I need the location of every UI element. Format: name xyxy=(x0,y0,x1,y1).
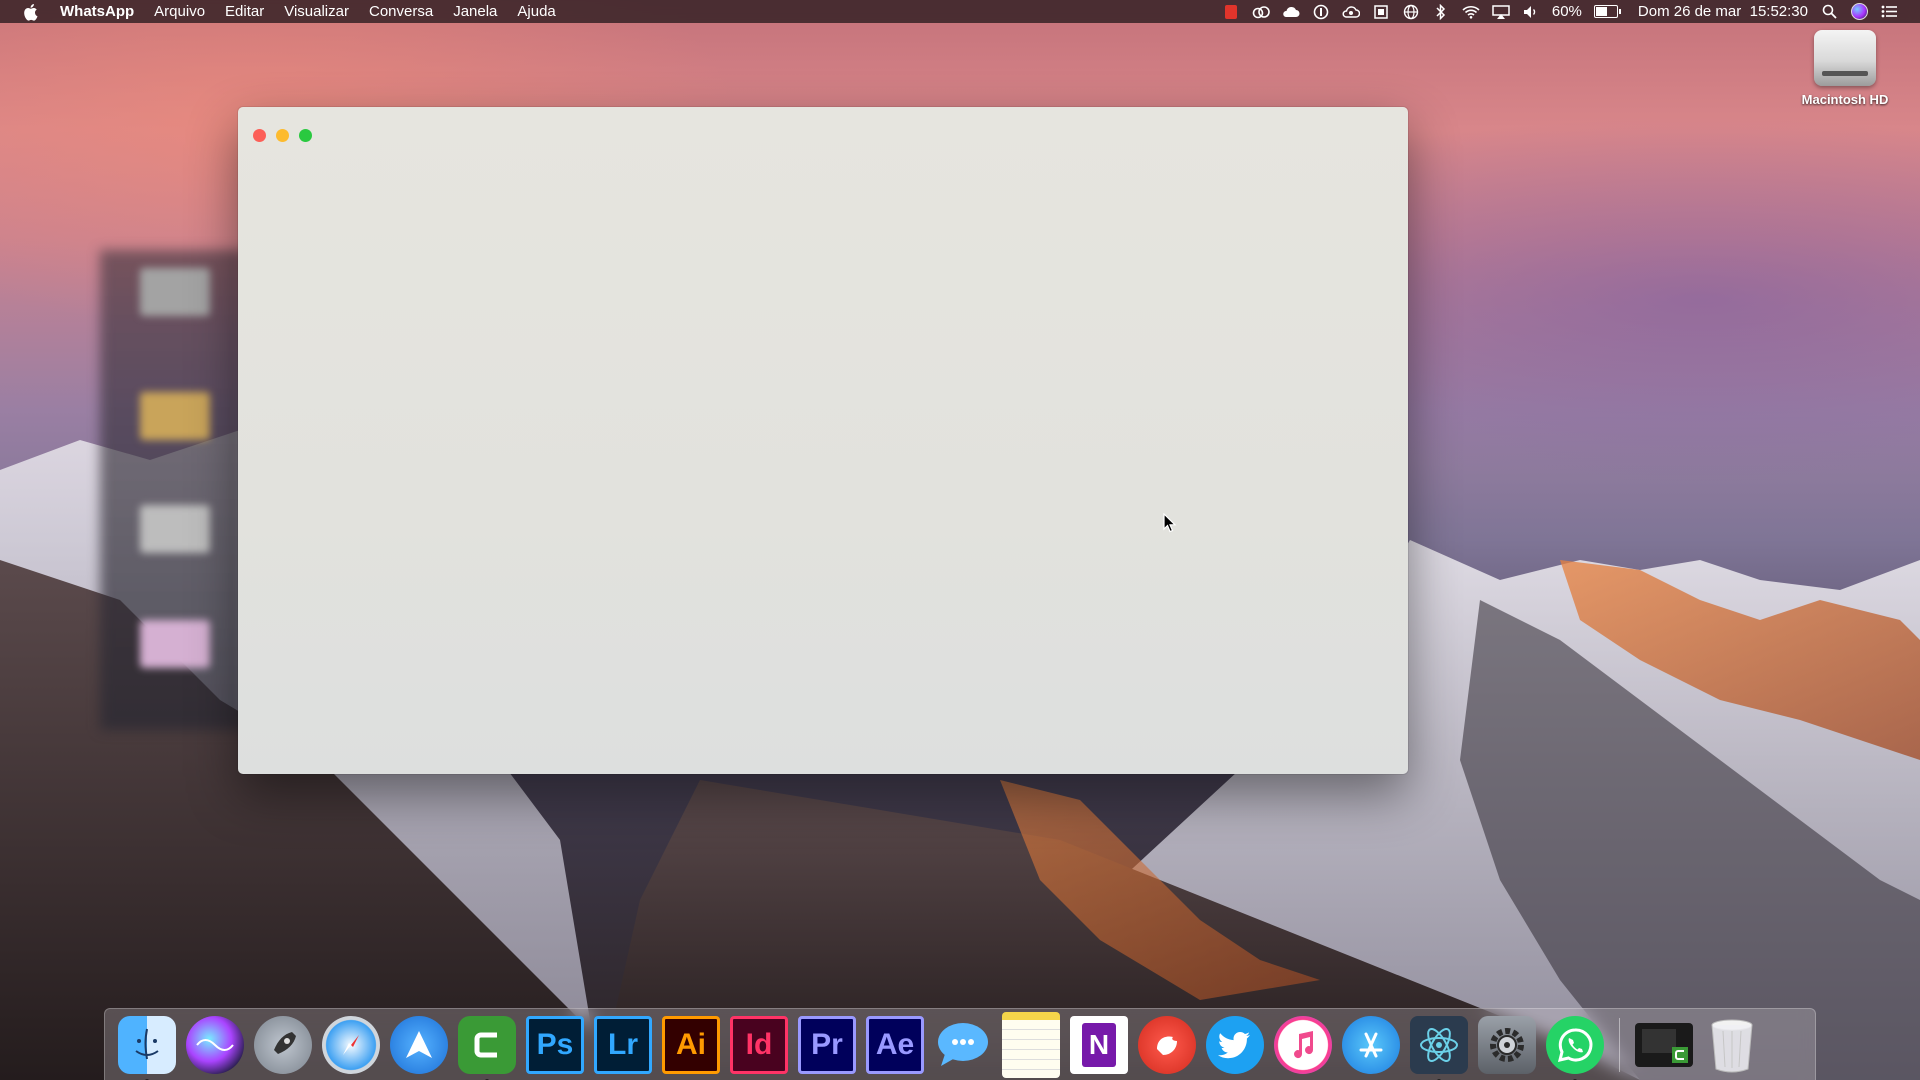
dock-onenote[interactable]: N xyxy=(1070,1015,1128,1074)
blurred-thumbnail xyxy=(140,620,210,668)
spotlight-icon[interactable] xyxy=(1820,4,1838,20)
illustrator-icon-label: Ai xyxy=(676,1027,706,1061)
dock-separator xyxy=(1619,1017,1620,1072)
photoshop-icon-label: Ps xyxy=(536,1027,574,1061)
blurred-thumbnail xyxy=(140,505,210,553)
dock-itunes[interactable] xyxy=(1274,1015,1332,1074)
bird-app-icon xyxy=(1157,1036,1177,1055)
camtasia-icon xyxy=(474,1032,497,1057)
recording-icon[interactable] xyxy=(1222,4,1240,20)
dock-finder[interactable] xyxy=(118,1015,176,1080)
dock-premiere[interactable]: Pr xyxy=(798,1015,856,1074)
dock-illustrator[interactable]: Ai xyxy=(662,1015,720,1074)
indesign-icon-label: Id xyxy=(745,1027,773,1061)
lightroom-icon-label: Lr xyxy=(608,1027,638,1061)
globe-icon[interactable] xyxy=(1402,4,1420,20)
dock-trash[interactable] xyxy=(1703,1016,1761,1074)
dock-spark[interactable] xyxy=(390,1015,448,1074)
cloud-icon[interactable] xyxy=(1282,4,1300,20)
whatsapp-icon xyxy=(1557,1027,1593,1062)
siri-icon[interactable] xyxy=(1850,3,1868,20)
gear-icon xyxy=(1490,1027,1524,1062)
compass-icon xyxy=(343,1034,359,1055)
macintosh-hd-label: Macintosh HD xyxy=(1801,92,1889,107)
screen-recorder-icon xyxy=(1642,1028,1688,1063)
dock-notes[interactable] xyxy=(1002,1011,1060,1078)
menu-arquivo[interactable]: Arquivo xyxy=(144,0,215,23)
battery-level-fill xyxy=(1595,7,1607,16)
menu-janela[interactable]: Janela xyxy=(443,0,507,23)
after-effects-icon-label: Ae xyxy=(875,1027,915,1061)
menu-bar: WhatsApp Arquivo Editar Visualizar Conve… xyxy=(0,0,1920,23)
wifi-icon[interactable] xyxy=(1462,4,1480,20)
dock-messages[interactable] xyxy=(934,1016,992,1074)
dock-twitter[interactable] xyxy=(1206,1015,1264,1074)
volume-icon[interactable] xyxy=(1522,4,1540,20)
dock-atom[interactable] xyxy=(1410,1015,1468,1080)
airplay-icon[interactable] xyxy=(1492,4,1510,20)
menu-editar[interactable]: Editar xyxy=(215,0,274,23)
onepassword-icon[interactable] xyxy=(1312,4,1330,20)
menu-app-name[interactable]: WhatsApp xyxy=(56,0,144,23)
blurred-thumbnail xyxy=(140,268,210,316)
music-note-icon xyxy=(1294,1030,1314,1058)
macintosh-hd-desktop-item[interactable]: Macintosh HD xyxy=(1780,30,1910,107)
menu-ajuda[interactable]: Ajuda xyxy=(507,0,565,23)
menu-visualizar[interactable]: Visualizar xyxy=(274,0,359,23)
bluetooth-icon[interactable] xyxy=(1432,3,1450,20)
dock: Ps Lr Ai Id Pr Ae N xyxy=(104,1008,1816,1080)
dock-siri[interactable] xyxy=(186,1015,244,1074)
finder-icon xyxy=(135,1028,159,1059)
premiere-icon-label: Pr xyxy=(811,1027,843,1061)
siri-wave-icon xyxy=(196,1038,234,1051)
whatsapp-window[interactable] xyxy=(238,107,1408,774)
dock-camtasia-recorder[interactable] xyxy=(1635,1022,1693,1067)
dock-safari[interactable] xyxy=(322,1015,380,1074)
battery-icon[interactable] xyxy=(1593,5,1621,18)
messages-bubble-icon xyxy=(938,1022,988,1066)
creative-cloud-icon[interactable] xyxy=(1252,4,1270,20)
dock-system-preferences[interactable] xyxy=(1478,1015,1536,1074)
app-store-icon xyxy=(1359,1032,1383,1057)
atom-icon xyxy=(1420,1027,1458,1062)
battery-percent[interactable]: 60% xyxy=(1552,3,1582,20)
cloud-sync-icon[interactable] xyxy=(1342,4,1360,20)
dock-indesign[interactable]: Id xyxy=(730,1015,788,1074)
onenote-icon-label: N xyxy=(1088,1028,1110,1060)
dock-photoshop[interactable]: Ps xyxy=(526,1015,584,1074)
window-close-button[interactable] xyxy=(253,129,266,142)
blurred-thumbnail xyxy=(140,392,210,440)
spark-mail-icon xyxy=(406,1030,432,1058)
twitter-bird-icon xyxy=(1218,1031,1250,1058)
desktop: WhatsApp Arquivo Editar Visualizar Conve… xyxy=(0,0,1920,1080)
dock-lightroom[interactable]: Lr xyxy=(594,1015,652,1074)
mouse-cursor-icon xyxy=(1163,513,1177,533)
hard-drive-icon xyxy=(1814,30,1876,86)
dock-whatsapp[interactable] xyxy=(1546,1015,1604,1080)
dock-after-effects[interactable]: Ae xyxy=(866,1015,924,1074)
notification-center-icon[interactable] xyxy=(1880,4,1898,20)
trash-icon xyxy=(1711,1019,1753,1072)
dock-camtasia[interactable] xyxy=(458,1015,516,1080)
dock-launchpad[interactable] xyxy=(254,1015,312,1074)
menubar-datetime[interactable]: Dom 26 de mar 15:52:30 xyxy=(1638,3,1808,20)
app-status-icon[interactable] xyxy=(1372,4,1390,20)
dock-app-store[interactable] xyxy=(1342,1015,1400,1074)
apple-menu-icon[interactable] xyxy=(22,3,40,21)
rocket-icon xyxy=(274,1031,296,1054)
onenote-icon: N xyxy=(1082,1022,1116,1067)
dock-pocket-app[interactable] xyxy=(1138,1015,1196,1074)
window-zoom-button[interactable] xyxy=(299,129,312,142)
menu-conversa[interactable]: Conversa xyxy=(359,0,443,23)
window-minimize-button[interactable] xyxy=(276,129,289,142)
